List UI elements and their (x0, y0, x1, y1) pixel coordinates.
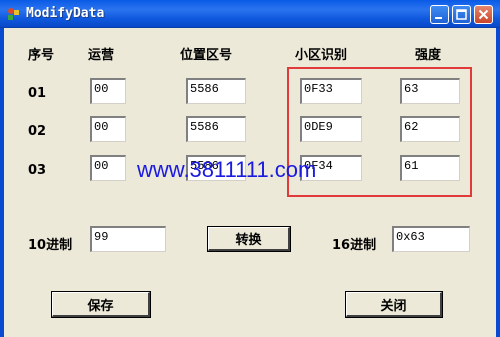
minimize-button[interactable] (430, 5, 449, 24)
row-index: 01 (28, 86, 47, 101)
close-button[interactable]: 关闭 (345, 291, 443, 318)
header-lac: 位置区号 (180, 48, 233, 63)
save-button[interactable]: 保存 (51, 291, 151, 318)
watermark-text: www.3811111.com (137, 157, 317, 182)
row-index: 02 (28, 124, 47, 139)
window-title-bar[interactable]: ModifyData (0, 0, 500, 28)
window-title: ModifyData (26, 6, 105, 21)
header-cell-id: 小区识别 (295, 48, 348, 63)
window-frame-right (496, 28, 500, 337)
row-index: 03 (28, 163, 47, 178)
decimal-label: 10进制 (28, 238, 73, 253)
maximize-button[interactable] (452, 5, 471, 24)
lac-field[interactable]: 5586 (186, 116, 246, 142)
decimal-input[interactable]: 99 (90, 226, 166, 252)
operator-field[interactable]: 00 (90, 116, 126, 142)
maximize-icon (456, 9, 467, 20)
header-operator: 运营 (88, 48, 115, 63)
app-icon (8, 8, 19, 20)
close-icon (478, 9, 489, 20)
operator-field[interactable]: 00 (90, 155, 126, 181)
header-strength: 强度 (415, 48, 442, 63)
hex-input[interactable]: 0x63 (392, 226, 470, 252)
operator-field[interactable]: 00 (90, 78, 126, 104)
hex-label: 16进制 (332, 238, 377, 253)
lac-field[interactable]: 5586 (186, 78, 246, 104)
window-frame-left (0, 28, 4, 337)
header-index: 序号 (28, 48, 55, 63)
minimize-icon (435, 17, 442, 19)
close-window-button[interactable] (474, 5, 493, 24)
convert-button[interactable]: 转换 (207, 226, 291, 252)
